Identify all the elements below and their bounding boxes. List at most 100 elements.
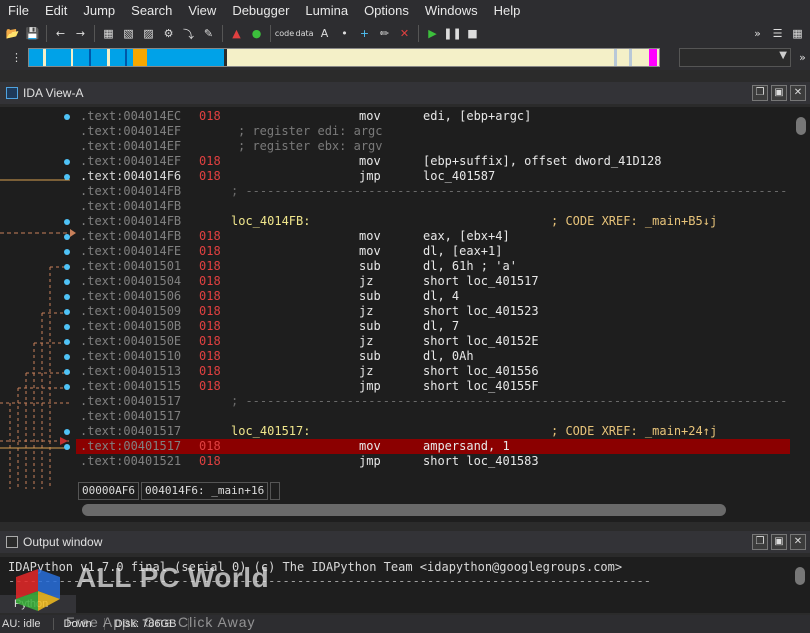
more-icon[interactable]: » bbox=[749, 25, 766, 42]
vertical-scrollbar[interactable] bbox=[796, 117, 806, 135]
output-window-icon bbox=[6, 536, 18, 548]
output-window-title-bar: Output window ❐ ▣ ✕ bbox=[0, 531, 810, 553]
disasm-line[interactable]: .text:004014FB ; ------------------------… bbox=[76, 184, 790, 199]
ida-view-title-bar: IDA View-A ❐ ▣ ✕ bbox=[0, 82, 810, 104]
script-icon[interactable]: ✎ bbox=[200, 25, 217, 42]
breakpoint-dot[interactable] bbox=[64, 369, 70, 375]
make-code-icon[interactable]: code bbox=[275, 25, 294, 42]
make-data-icon[interactable]: data bbox=[295, 25, 313, 42]
python-input-button[interactable]: Python bbox=[0, 595, 76, 613]
breakpoint-dot[interactable] bbox=[64, 234, 70, 240]
disasm-line[interactable]: .text:004014F6 018 jmp loc_401587 bbox=[76, 169, 790, 184]
breakpoint-dot[interactable] bbox=[64, 174, 70, 180]
disasm-line[interactable]: .text:00401515 018 jmp short loc_40155F bbox=[76, 379, 790, 394]
breakpoint-dot[interactable] bbox=[64, 444, 70, 450]
navigation-band[interactable] bbox=[28, 48, 660, 67]
search-binary-icon[interactable]: ▦ bbox=[100, 25, 117, 42]
output-line: IDAPython v1.7.0 final (serial 0) (c) Th… bbox=[8, 560, 623, 574]
breakpoint-dot[interactable] bbox=[64, 309, 70, 315]
disasm-line[interactable]: .text:00401517 018 mov ampersand, 1 bbox=[76, 439, 790, 454]
stop-icon[interactable]: ■ bbox=[464, 25, 481, 42]
add-breakpoint-icon[interactable]: + bbox=[356, 25, 373, 42]
operands: [ebp+suffix], offset dword_41D128 bbox=[423, 154, 662, 168]
disasm-line[interactable]: .text:004014EF ; register ebx: argv bbox=[76, 139, 790, 154]
output-window[interactable]: IDAPython v1.7.0 final (serial 0) (c) Th… bbox=[0, 557, 810, 613]
back-icon[interactable]: ← bbox=[52, 25, 69, 42]
menu-windows[interactable]: Windows bbox=[417, 3, 486, 18]
breakpoint-dot[interactable] bbox=[64, 384, 70, 390]
menu-view[interactable]: View bbox=[180, 3, 224, 18]
nav-segment-select[interactable]: ▼ bbox=[679, 48, 791, 67]
menu-lumina[interactable]: Lumina bbox=[297, 3, 356, 18]
disasm-line[interactable]: .text:00401509 018 jz short loc_401523 bbox=[76, 304, 790, 319]
toolbar-options-icon[interactable]: ▦ bbox=[789, 25, 806, 42]
warning-icon[interactable]: ▲ bbox=[228, 25, 245, 42]
close-button[interactable]: ✕ bbox=[790, 534, 806, 550]
disasm-line[interactable]: .text:00401506 018 sub dl, 4 bbox=[76, 289, 790, 304]
search-immediate-icon[interactable]: ▨ bbox=[140, 25, 157, 42]
disasm-line[interactable]: .text:004014FB loc_4014FB: ; CODE XREF: _m… bbox=[76, 214, 790, 229]
menu-debugger[interactable]: Debugger bbox=[224, 3, 297, 18]
horizontal-scrollbar[interactable] bbox=[82, 504, 726, 516]
more-icon[interactable]: » bbox=[794, 49, 810, 66]
gear-icon[interactable]: ⚙ bbox=[160, 25, 177, 42]
line-comment: ; register ebx: argv bbox=[238, 139, 383, 153]
disasm-line[interactable]: .text:00401510 018 sub dl, 0Ah bbox=[76, 349, 790, 364]
breakpoint-dot[interactable] bbox=[64, 279, 70, 285]
breakpoint-dot[interactable] bbox=[64, 294, 70, 300]
disasm-line[interactable]: .text:004014EF ; register edi: argc bbox=[76, 124, 790, 139]
menu-file[interactable]: File bbox=[0, 3, 37, 18]
disassembly-listing[interactable]: .text:004014EC 018 mov edi, [ebp+argc] .text… bbox=[76, 109, 790, 479]
disasm-line[interactable]: .text:00401501 018 sub dl, 61h ; 'a' bbox=[76, 259, 790, 274]
make-offset-icon[interactable]: • bbox=[336, 25, 353, 42]
breakpoint-dot[interactable] bbox=[64, 114, 70, 120]
output-scrollbar[interactable] bbox=[795, 567, 805, 585]
disasm-line[interactable]: .text:004014FE 018 mov dl, [eax+1] bbox=[76, 244, 790, 259]
disasm-line[interactable]: .text:00401517 ; ------------------------… bbox=[76, 394, 790, 409]
jump-icon[interactable]: ⤵ bbox=[180, 25, 197, 42]
save-icon[interactable]: 💾 bbox=[24, 25, 41, 42]
breakpoint-dot[interactable] bbox=[64, 429, 70, 435]
disasm-line[interactable]: .text:00401517 loc_401517: ; CODE XREF: _m… bbox=[76, 424, 790, 439]
toolbar-separator bbox=[222, 25, 223, 42]
disasm-line[interactable]: .text:0040150E 018 jz short loc_40152E bbox=[76, 334, 790, 349]
disasm-line[interactable]: .text:004014FB bbox=[76, 199, 790, 214]
green-circle-icon[interactable]: ● bbox=[248, 25, 265, 42]
breakpoint-dot[interactable] bbox=[64, 354, 70, 360]
breakpoint-dot[interactable] bbox=[64, 339, 70, 345]
breakpoint-dot[interactable] bbox=[64, 219, 70, 225]
play-icon[interactable]: ▶ bbox=[424, 25, 441, 42]
breakpoint-dot[interactable] bbox=[64, 159, 70, 165]
menu-search[interactable]: Search bbox=[123, 3, 180, 18]
restore-button[interactable]: ❐ bbox=[752, 534, 768, 550]
edit-icon[interactable]: ✏ bbox=[376, 25, 393, 42]
disasm-line[interactable]: .text:00401521 018 jmp short loc_401583 bbox=[76, 454, 790, 469]
disasm-line[interactable]: .text:004014EF 018 mov [ebp+suffix], offset… bbox=[76, 154, 790, 169]
close-button[interactable]: ✕ bbox=[790, 85, 806, 101]
disasm-line[interactable]: .text:004014EC 018 mov edi, [ebp+argc] bbox=[76, 109, 790, 124]
menu-edit[interactable]: Edit bbox=[37, 3, 75, 18]
menu-help[interactable]: Help bbox=[486, 3, 529, 18]
disasm-line[interactable]: .text:00401513 018 jz short loc_401556 bbox=[76, 364, 790, 379]
breakpoint-dot[interactable] bbox=[64, 264, 70, 270]
menu-jump[interactable]: Jump bbox=[75, 3, 123, 18]
float-button[interactable]: ▣ bbox=[771, 534, 787, 550]
list-icon[interactable]: ☰ bbox=[769, 25, 786, 42]
search-text-icon[interactable]: ▧ bbox=[120, 25, 137, 42]
disasm-line[interactable]: .text:0040150B 018 sub dl, 7 bbox=[76, 319, 790, 334]
disasm-line[interactable]: .text:004014FB 018 mov eax, [ebx+4] bbox=[76, 229, 790, 244]
open-file-icon[interactable]: 📂 bbox=[4, 25, 21, 42]
disasm-line[interactable]: .text:00401517 bbox=[76, 409, 790, 424]
disasm-line[interactable]: .text:00401504 018 jz short loc_401517 bbox=[76, 274, 790, 289]
breakpoint-dot[interactable] bbox=[64, 324, 70, 330]
pause-icon[interactable]: ❚❚ bbox=[443, 25, 461, 42]
menu-options[interactable]: Options bbox=[356, 3, 417, 18]
make-ascii-icon[interactable]: A bbox=[316, 25, 333, 42]
ida-view[interactable]: .text:004014EC 018 mov edi, [ebp+argc] .text… bbox=[0, 107, 810, 522]
delete-icon[interactable]: ✕ bbox=[396, 25, 413, 42]
restore-button[interactable]: ❐ bbox=[752, 85, 768, 101]
forward-icon[interactable]: → bbox=[72, 25, 89, 42]
breakpoint-dot[interactable] bbox=[64, 249, 70, 255]
float-button[interactable]: ▣ bbox=[771, 85, 787, 101]
mnemonic: sub bbox=[359, 259, 381, 273]
